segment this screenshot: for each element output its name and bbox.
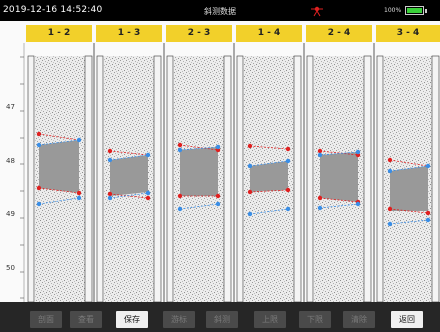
back-button[interactable]: 返回: [391, 311, 423, 328]
upper-limit-button[interactable]: 上限: [254, 311, 286, 328]
ruler-ticks: [20, 43, 25, 302]
cursor-button[interactable]: 游标: [163, 311, 195, 328]
clear-button[interactable]: 清除: [343, 311, 375, 328]
bottom-toolbar: 剖面 查看 保存 游标 斜测 上限 下限 清除 返回: [0, 302, 440, 332]
profile-button[interactable]: 剖面: [30, 311, 62, 328]
oblique-scan-button[interactable]: 斜测: [206, 311, 238, 328]
lower-limit-button[interactable]: 下限: [299, 311, 331, 328]
view-button[interactable]: 查看: [70, 311, 102, 328]
waveform-plot: [20, 43, 440, 303]
save-button[interactable]: 保存: [116, 311, 148, 328]
